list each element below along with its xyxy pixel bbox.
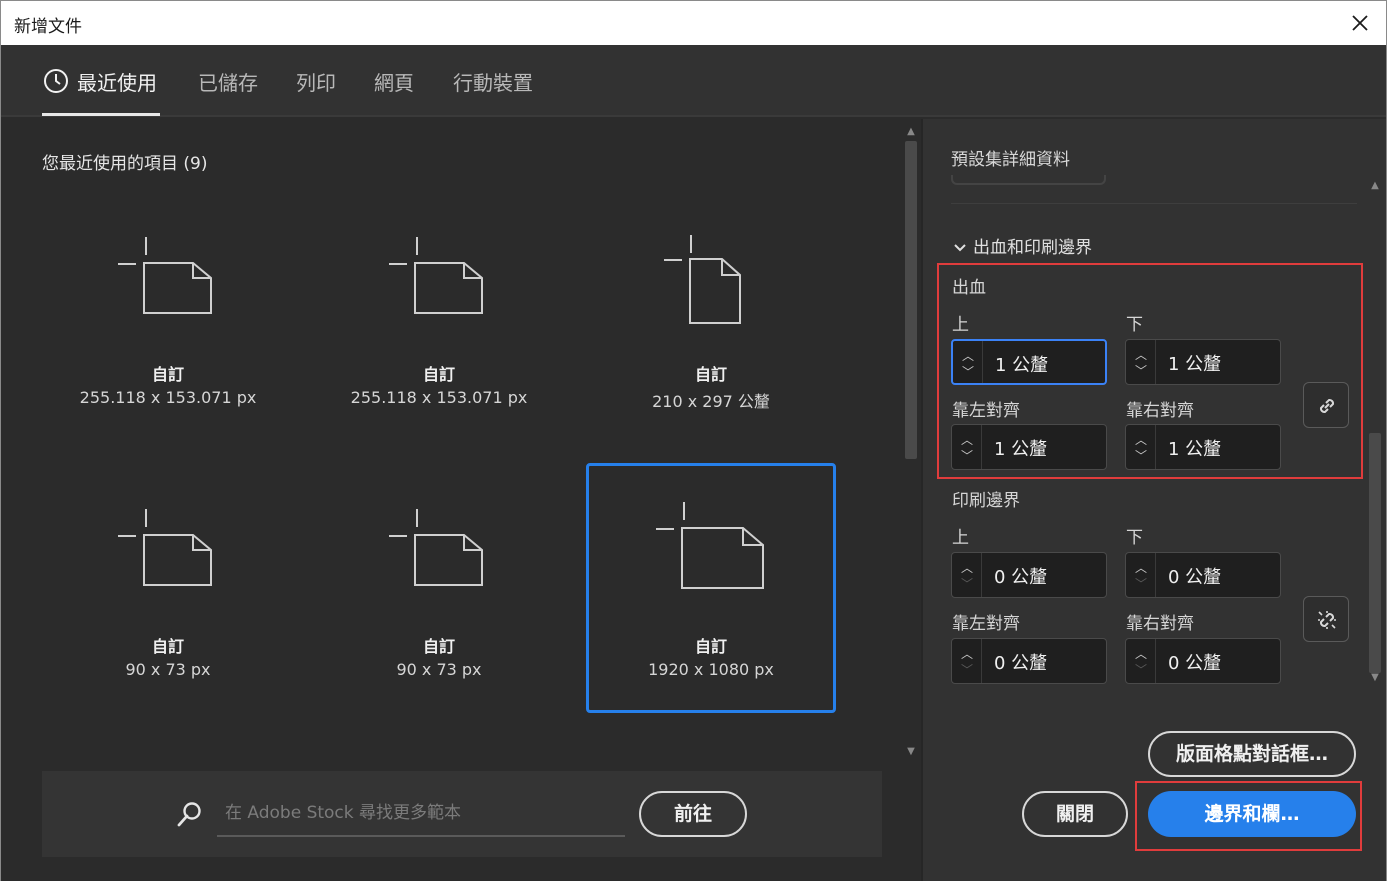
slug-bottom-stepper[interactable]: ︿ ﹀ 0 公釐 <box>1125 552 1281 598</box>
recent-item-selected[interactable]: 自訂 1920 x 1080 px <box>586 463 836 713</box>
panel-divider <box>921 119 923 881</box>
stepper-arrows[interactable]: ︿ ﹀ <box>952 553 982 597</box>
unlink-icon <box>1318 611 1336 629</box>
section-divider <box>951 203 1357 204</box>
tab-mobile[interactable]: 行動裝置 <box>453 67 533 96</box>
tab-recent[interactable]: 最近使用 <box>77 67 157 96</box>
document-landscape-icon <box>389 237 483 314</box>
recent-item[interactable]: 自訂 255.118 x 153.071 px <box>314 215 564 465</box>
active-tab-indicator <box>42 113 160 116</box>
stock-search-input[interactable] <box>217 793 625 833</box>
slug-top-value[interactable]: 0 公釐 <box>994 563 1047 589</box>
title-bar: 新增文件 <box>1 1 1386 45</box>
recent-scrollbar[interactable]: ▲ ▼ <box>903 125 919 761</box>
slug-label: 印刷邊界 <box>952 491 1020 511</box>
chevron-down-icon <box>953 238 967 258</box>
stepper-arrows[interactable]: ︿ ﹀ <box>1126 639 1156 683</box>
chevron-down-icon[interactable]: ﹀ <box>1134 661 1148 678</box>
preset-details-panel: 預設集詳細資料 出血和印刷邊界 出血 上 下 ︿ ﹀ 1 公釐 ︿ ﹀ 1 公釐 靠… <box>921 119 1386 881</box>
stepper-arrows[interactable]: ︿ ﹀ <box>1126 553 1156 597</box>
highlight-margins-button <box>1135 781 1362 851</box>
stock-search-field <box>217 793 625 837</box>
close-icon[interactable] <box>1346 9 1374 37</box>
document-portrait-icon <box>664 235 741 324</box>
slug-right-stepper[interactable]: ︿ ﹀ 0 公釐 <box>1125 638 1281 684</box>
slug-right-label: 靠右對齊 <box>1126 614 1194 634</box>
slug-left-stepper[interactable]: ︿ ﹀ 0 公釐 <box>951 638 1107 684</box>
recent-item-name: 自訂 <box>694 365 727 384</box>
details-scrollbar[interactable]: ▲ ▼ <box>1367 179 1383 689</box>
slug-left-value[interactable]: 0 公釐 <box>994 649 1047 675</box>
stock-search-bar: 前往 <box>42 771 882 857</box>
recent-item[interactable]: 自訂 255.118 x 153.071 px <box>43 215 293 465</box>
preset-details-title: 預設集詳細資料 <box>951 150 1070 170</box>
recent-item-name: 自訂 <box>422 365 455 384</box>
slug-bottom-label: 下 <box>1126 528 1143 548</box>
scrollbar-thumb[interactable] <box>905 141 917 459</box>
tab-saved[interactable]: 已儲存 <box>198 67 258 96</box>
highlight-bleed-section <box>937 263 1363 479</box>
recent-item-name: 自訂 <box>422 637 455 656</box>
recent-item-dims: 255.118 x 153.071 px <box>350 388 528 407</box>
go-button[interactable]: 前往 <box>639 791 747 837</box>
slug-bottom-value[interactable]: 0 公釐 <box>1168 563 1221 589</box>
chevron-up-icon[interactable]: ︿ <box>1134 559 1148 576</box>
unlink-slug-button[interactable] <box>1303 596 1349 642</box>
clock-icon <box>43 68 69 98</box>
scroll-down-icon[interactable]: ▼ <box>906 747 916 757</box>
recent-item[interactable]: 自訂 90 x 73 px <box>43 463 293 713</box>
scroll-down-icon[interactable]: ▼ <box>1370 673 1380 683</box>
document-landscape-icon <box>656 502 764 589</box>
dialog-title: 新增文件 <box>14 17 82 37</box>
close-button[interactable]: 關閉 <box>1022 791 1128 837</box>
chevron-down-icon[interactable]: ﹀ <box>960 575 974 592</box>
slug-right-value[interactable]: 0 公釐 <box>1168 649 1221 675</box>
chevron-up-icon[interactable]: ︿ <box>1134 645 1148 662</box>
recent-item-dims: 90 x 73 px <box>396 660 482 679</box>
recent-item-name: 自訂 <box>151 637 184 656</box>
tab-web[interactable]: 網頁 <box>374 67 414 96</box>
recent-item-dims: 1920 x 1080 px <box>648 660 774 679</box>
scrollbar-thumb[interactable] <box>1369 433 1381 673</box>
chevron-down-icon[interactable]: ﹀ <box>1134 575 1148 592</box>
recent-item-dims: 90 x 73 px <box>125 660 211 679</box>
recent-item-name: 自訂 <box>151 365 184 384</box>
search-icon <box>177 801 203 831</box>
recent-panel: 您最近使用的項目 (9) 自訂 255.118 x 153.071 px 自訂 … <box>1 119 921 881</box>
document-landscape-icon <box>118 509 212 586</box>
recent-item-name: 自訂 <box>694 637 727 656</box>
slug-top-label: 上 <box>952 528 969 548</box>
bleed-slug-label: 出血和印刷邊界 <box>973 238 1092 258</box>
slug-top-stepper[interactable]: ︿ ﹀ 0 公釐 <box>951 552 1107 598</box>
new-document-dialog: 新增文件 最近使用 已儲存 列印 網頁 行動裝置 您最近使用的項目 (9) 自訂… <box>0 0 1387 881</box>
chevron-up-icon[interactable]: ︿ <box>960 645 974 662</box>
scroll-up-icon[interactable]: ▲ <box>1370 181 1380 191</box>
recent-item[interactable]: 自訂 90 x 73 px <box>314 463 564 713</box>
slug-left-label: 靠左對齊 <box>952 614 1020 634</box>
collapsed-field-stub <box>951 175 1106 185</box>
document-landscape-icon <box>389 509 483 586</box>
preset-tabs: 最近使用 已儲存 列印 網頁 行動裝置 <box>1 45 1386 117</box>
chevron-down-icon[interactable]: ﹀ <box>960 661 974 678</box>
recent-item-dims: 210 x 297 公釐 <box>652 392 770 411</box>
chevron-up-icon[interactable]: ︿ <box>960 559 974 576</box>
stepper-arrows[interactable]: ︿ ﹀ <box>952 639 982 683</box>
document-landscape-icon <box>118 237 212 314</box>
tab-print[interactable]: 列印 <box>296 67 336 96</box>
layout-grid-button[interactable]: 版面格點對話框… <box>1148 731 1356 777</box>
recent-item-dims: 255.118 x 153.071 px <box>79 388 257 407</box>
scroll-up-icon[interactable]: ▲ <box>906 127 916 137</box>
bleed-slug-expander[interactable]: 出血和印刷邊界 <box>953 233 1092 258</box>
recent-heading: 您最近使用的項目 (9) <box>42 154 208 174</box>
recent-item[interactable]: 自訂 210 x 297 公釐 <box>586 215 836 465</box>
